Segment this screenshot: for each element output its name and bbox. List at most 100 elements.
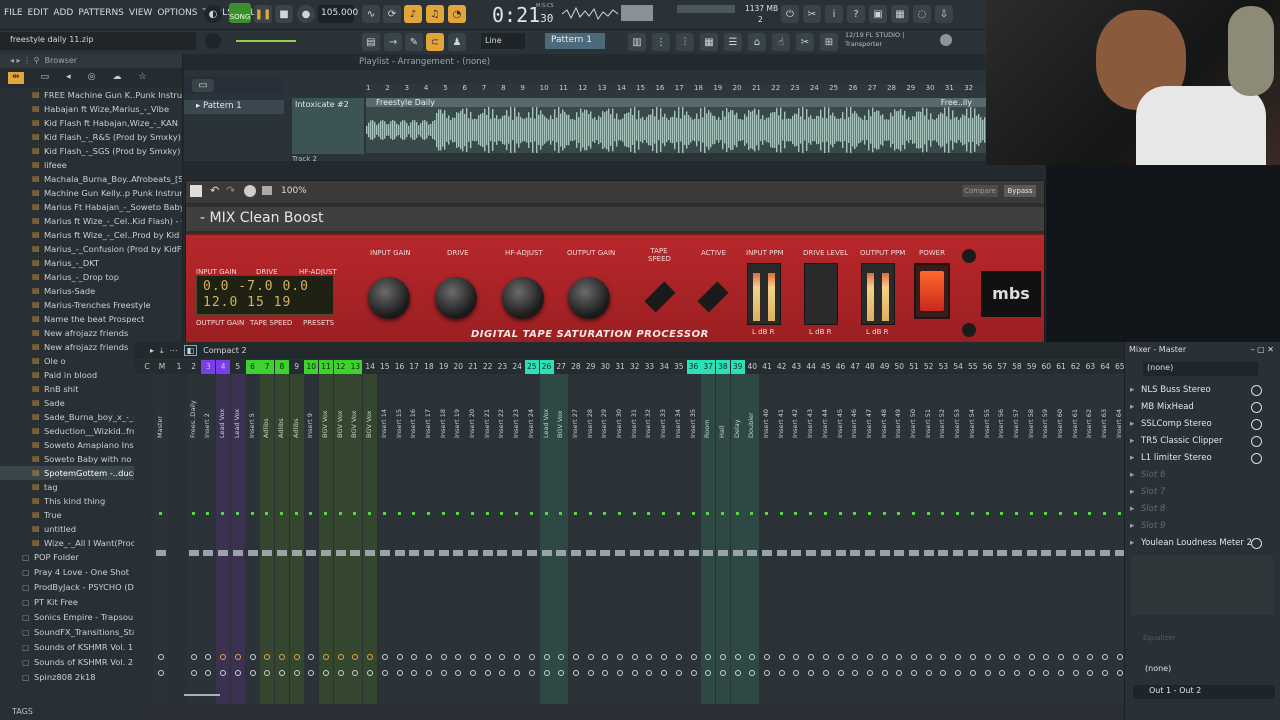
menu-patterns[interactable]: PATTERNS xyxy=(78,8,124,18)
browser-tags[interactable]: TAGS xyxy=(12,707,33,716)
mixer-strip[interactable]: Insert 2 xyxy=(201,374,216,704)
arrow-icon[interactable]: → xyxy=(384,33,402,51)
mixer-fader[interactable] xyxy=(203,550,214,556)
route-button[interactable] xyxy=(440,654,447,660)
pattern-selector[interactable]: Pattern 1 xyxy=(545,33,605,49)
record-button[interactable]: ● xyxy=(297,5,315,23)
mixer-number[interactable]: M xyxy=(155,360,169,374)
mixer-strip[interactable]: Insert 58 xyxy=(1024,374,1039,704)
route-button[interactable] xyxy=(308,654,315,660)
mixer-fader[interactable] xyxy=(615,550,625,556)
route-button[interactable] xyxy=(543,654,550,660)
mixer-number[interactable]: 34 xyxy=(657,360,671,374)
browser-all-icon[interactable]: ⇹ xyxy=(8,72,24,84)
mixer-number[interactable]: 62 xyxy=(1069,360,1083,374)
route-button[interactable] xyxy=(1043,670,1050,676)
mixer-strip[interactable]: Hall xyxy=(715,374,730,704)
channel-rack-icon[interactable]: ⋮ xyxy=(652,33,670,51)
route-button[interactable] xyxy=(190,654,197,660)
mixer-fader[interactable] xyxy=(864,550,875,556)
browser-db-icon[interactable]: ◎ xyxy=(88,72,96,84)
mixer-number[interactable]: 64 xyxy=(1098,360,1112,374)
browser-current-project-icon[interactable]: ▭ xyxy=(41,72,50,84)
mixer-number[interactable]: C xyxy=(140,360,154,374)
route-button[interactable] xyxy=(881,654,888,660)
route-button[interactable] xyxy=(455,654,462,660)
mixer-fader[interactable] xyxy=(894,550,905,556)
redo-icon[interactable]: ↷ xyxy=(226,184,235,197)
effect-slot[interactable]: Slot 8 xyxy=(1125,501,1280,518)
browser-item[interactable]: Machine Gun Kelly..p Punk Instrumental xyxy=(0,186,182,200)
route-button[interactable] xyxy=(734,670,741,676)
mixer-fader[interactable] xyxy=(673,550,684,556)
mixer-strip[interactable]: Room xyxy=(701,374,716,704)
mixer-fader[interactable] xyxy=(923,550,934,556)
mixer-strip[interactable]: Insert 62 xyxy=(1083,374,1098,704)
mixer-strip[interactable]: BGV Vox xyxy=(363,374,378,704)
drive-knob[interactable] xyxy=(435,277,477,319)
step-edit-icon[interactable]: ♪ xyxy=(404,5,422,23)
mixer-layout-name[interactable]: Compact 2 xyxy=(203,346,246,355)
browser-item[interactable]: Machala_Burna_Boy..Afrobeats_[SOLD] xyxy=(0,172,182,186)
playlist-icon[interactable]: ▥ xyxy=(628,33,646,51)
mixer-fader[interactable] xyxy=(379,550,390,556)
route-button[interactable] xyxy=(499,654,506,660)
route-button[interactable] xyxy=(558,654,565,660)
browser-star-icon[interactable]: ☆ xyxy=(138,72,146,84)
mixer-strip[interactable]: Insert 27 xyxy=(568,374,583,704)
mixer-strip[interactable]: Insert 52 xyxy=(936,374,951,704)
undo-icon[interactable]: ↶ xyxy=(210,184,219,197)
route-button[interactable] xyxy=(646,670,653,676)
mixer-strip[interactable]: Insert 53 xyxy=(951,374,966,704)
mixer-fader[interactable] xyxy=(1041,550,1052,556)
mixer-scrollbar[interactable] xyxy=(184,694,220,696)
mixer-number[interactable]: 52 xyxy=(922,360,936,374)
route-button[interactable] xyxy=(911,654,917,660)
mixer-number[interactable]: 28 xyxy=(569,360,583,374)
route-button[interactable] xyxy=(381,670,388,676)
mixer-fader[interactable] xyxy=(997,550,1008,556)
mixer-strip[interactable]: Insert 41 xyxy=(774,374,789,704)
stop-button[interactable]: ■ xyxy=(275,5,293,23)
master-volume-knob[interactable] xyxy=(205,33,221,49)
mixer-fader[interactable] xyxy=(909,550,919,556)
browser-item[interactable]: lifeee xyxy=(0,158,182,172)
mixer-number[interactable]: 17 xyxy=(407,360,421,374)
route-button[interactable] xyxy=(911,670,917,676)
globe-icon[interactable] xyxy=(940,34,952,46)
route-button[interactable] xyxy=(425,670,432,676)
mixer-fader[interactable] xyxy=(468,550,478,556)
mixer-number[interactable]: 3 xyxy=(201,360,216,374)
route-button[interactable] xyxy=(278,670,285,676)
route-button[interactable] xyxy=(822,670,829,676)
mixer-strip[interactable]: Master xyxy=(154,374,168,704)
mixer-fader[interactable] xyxy=(350,550,361,556)
effect-slot[interactable]: L1 limiter Stereo xyxy=(1125,450,1280,467)
route-button[interactable] xyxy=(940,654,947,660)
mixer-fader[interactable] xyxy=(982,550,993,556)
mixer-fader[interactable] xyxy=(453,550,464,556)
menu-file[interactable]: FILE xyxy=(4,8,23,18)
effect-slot[interactable]: Slot 6 xyxy=(1125,467,1280,484)
route-button[interactable] xyxy=(705,654,712,660)
route-button[interactable] xyxy=(793,654,800,660)
route-button[interactable] xyxy=(528,670,535,676)
route-button[interactable] xyxy=(293,670,300,676)
route-button[interactable] xyxy=(470,670,476,676)
route-button[interactable] xyxy=(323,670,329,676)
route-button[interactable] xyxy=(587,670,594,676)
mixer-number[interactable]: 57 xyxy=(995,360,1009,374)
mixer-number[interactable]: 61 xyxy=(1054,360,1068,374)
play-button[interactable]: ❚❚ xyxy=(254,5,272,23)
loop-record-icon[interactable]: ⟳ xyxy=(383,5,401,23)
mixer-layout-icon[interactable]: ◧ xyxy=(183,345,198,356)
mixer-strip[interactable]: Lead Vox xyxy=(216,374,231,704)
browser-item[interactable]: Name the beat Prospect xyxy=(0,312,182,326)
route-button[interactable] xyxy=(337,654,344,660)
mixer-number[interactable]: 23 xyxy=(495,360,509,374)
route-button[interactable] xyxy=(778,654,785,660)
mixer-strip[interactable]: Insert 21 xyxy=(480,374,495,704)
route-button[interactable] xyxy=(837,654,844,660)
output-preset[interactable]: (none) xyxy=(1145,664,1171,673)
route-button[interactable] xyxy=(352,654,359,660)
